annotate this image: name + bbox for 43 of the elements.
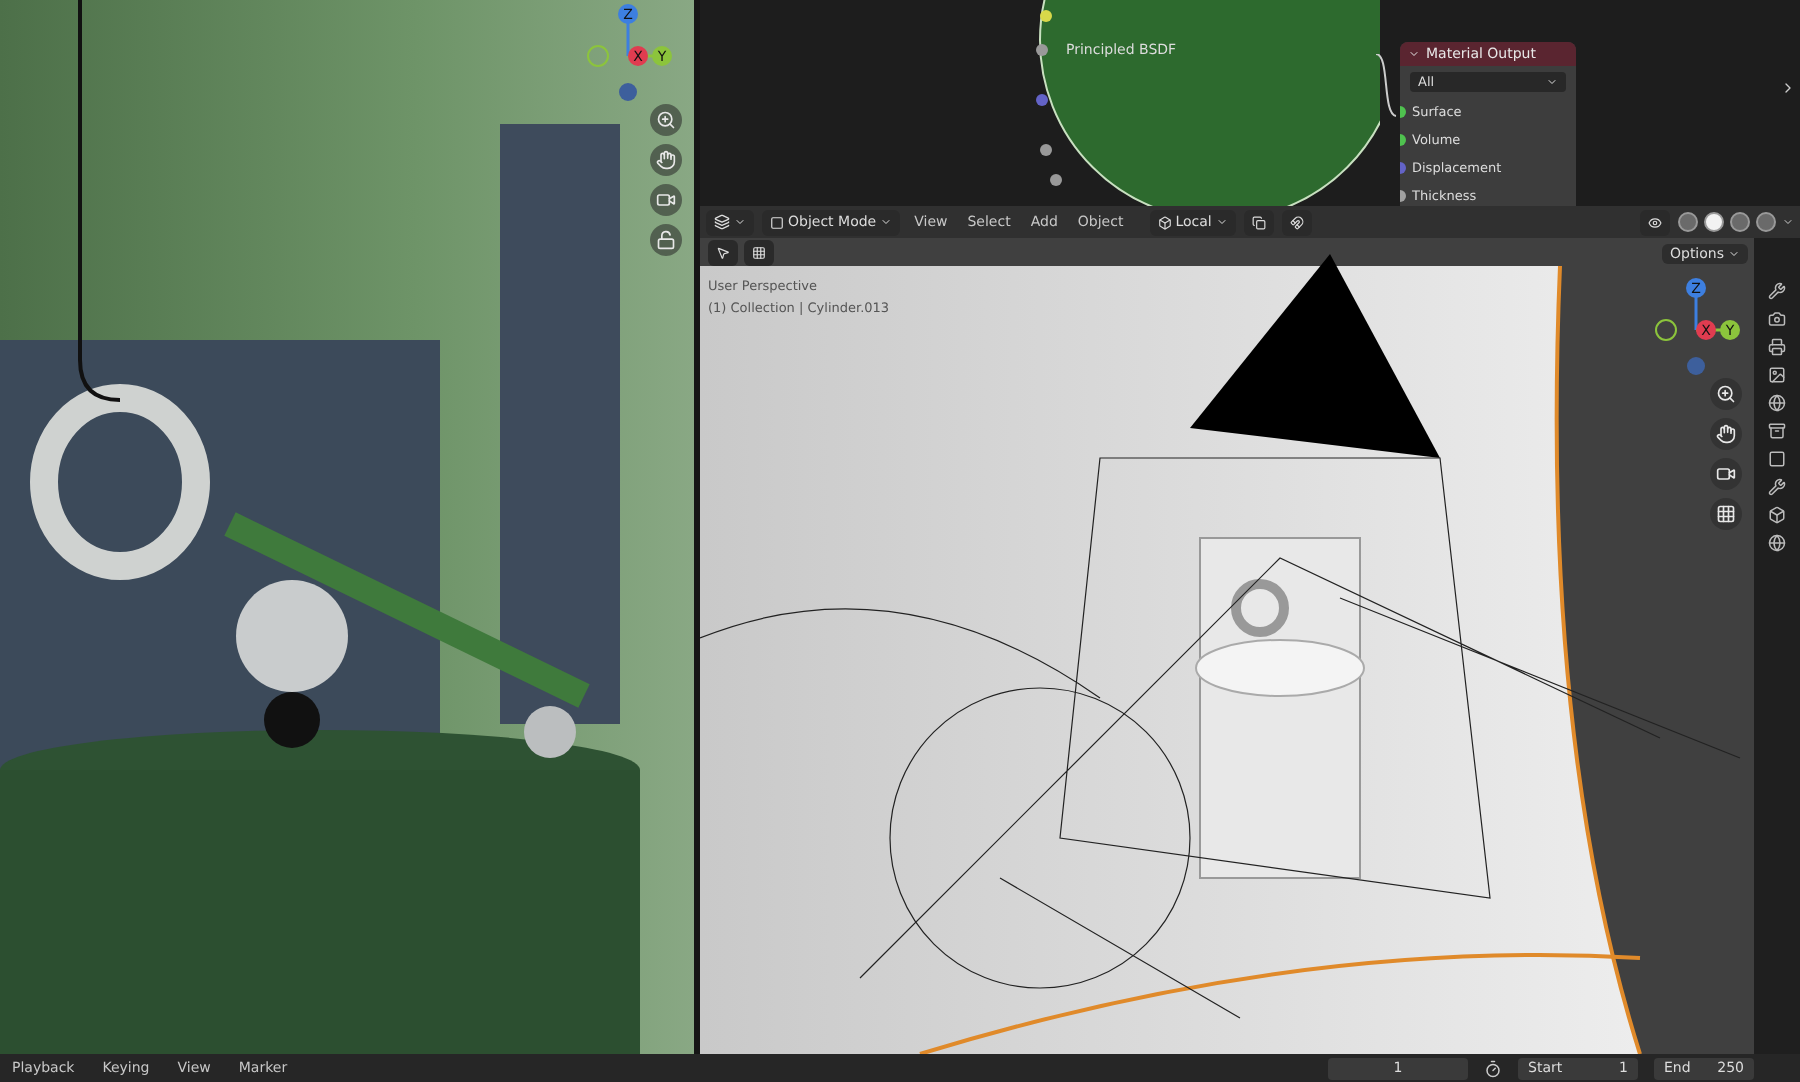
stopwatch-icon[interactable]	[1484, 1059, 1502, 1077]
magnet-icon	[1289, 215, 1304, 229]
caret-icon	[734, 216, 746, 228]
shading-mode-button[interactable]	[1704, 212, 1724, 232]
cube-icon[interactable]	[1768, 506, 1786, 524]
caret-icon	[1215, 216, 1228, 228]
eye-icon	[1648, 215, 1662, 229]
square-icon[interactable]	[1768, 450, 1786, 468]
camera-icon[interactable]	[1710, 458, 1742, 490]
grid-icon	[752, 245, 766, 259]
select-tool-button[interactable]	[708, 239, 738, 265]
pan-hand-icon[interactable]	[650, 144, 682, 176]
node-link	[1374, 54, 1398, 122]
editor-type-button[interactable]	[706, 209, 754, 235]
cube-icon	[1157, 215, 1172, 229]
printer-icon[interactable]	[1768, 338, 1786, 356]
pivot-icon	[1251, 215, 1266, 229]
caret-icon[interactable]	[1782, 216, 1794, 228]
caret-icon	[880, 216, 893, 228]
zoom-icon[interactable]	[1710, 378, 1742, 410]
cursor-icon	[716, 245, 730, 259]
camera-icon[interactable]	[1768, 310, 1786, 328]
globe-icon[interactable]	[1768, 534, 1786, 552]
camera-icon[interactable]	[650, 184, 682, 216]
square-icon	[770, 215, 784, 229]
globe-icon[interactable]	[1768, 394, 1786, 412]
selection-mode-button[interactable]	[744, 239, 774, 265]
caret-icon	[1546, 76, 1558, 88]
zoom-icon[interactable]	[650, 104, 682, 136]
unlock-icon[interactable]	[650, 224, 682, 256]
expand-chevron-icon[interactable]	[1780, 80, 1796, 96]
editor-type-icon	[714, 214, 730, 230]
snap-button[interactable]	[1281, 209, 1312, 235]
pan-hand-icon[interactable]	[1710, 418, 1742, 450]
wrench-icon[interactable]	[1768, 478, 1786, 496]
image-icon[interactable]	[1768, 366, 1786, 384]
visibility-button[interactable]	[1640, 209, 1670, 235]
tool-icon[interactable]	[1768, 282, 1786, 300]
caret-icon	[1408, 48, 1420, 60]
archive-icon[interactable]	[1768, 422, 1786, 440]
caret-icon	[1728, 248, 1740, 260]
pivot-button[interactable]	[1243, 209, 1274, 235]
grid-icon[interactable]	[1710, 498, 1742, 530]
